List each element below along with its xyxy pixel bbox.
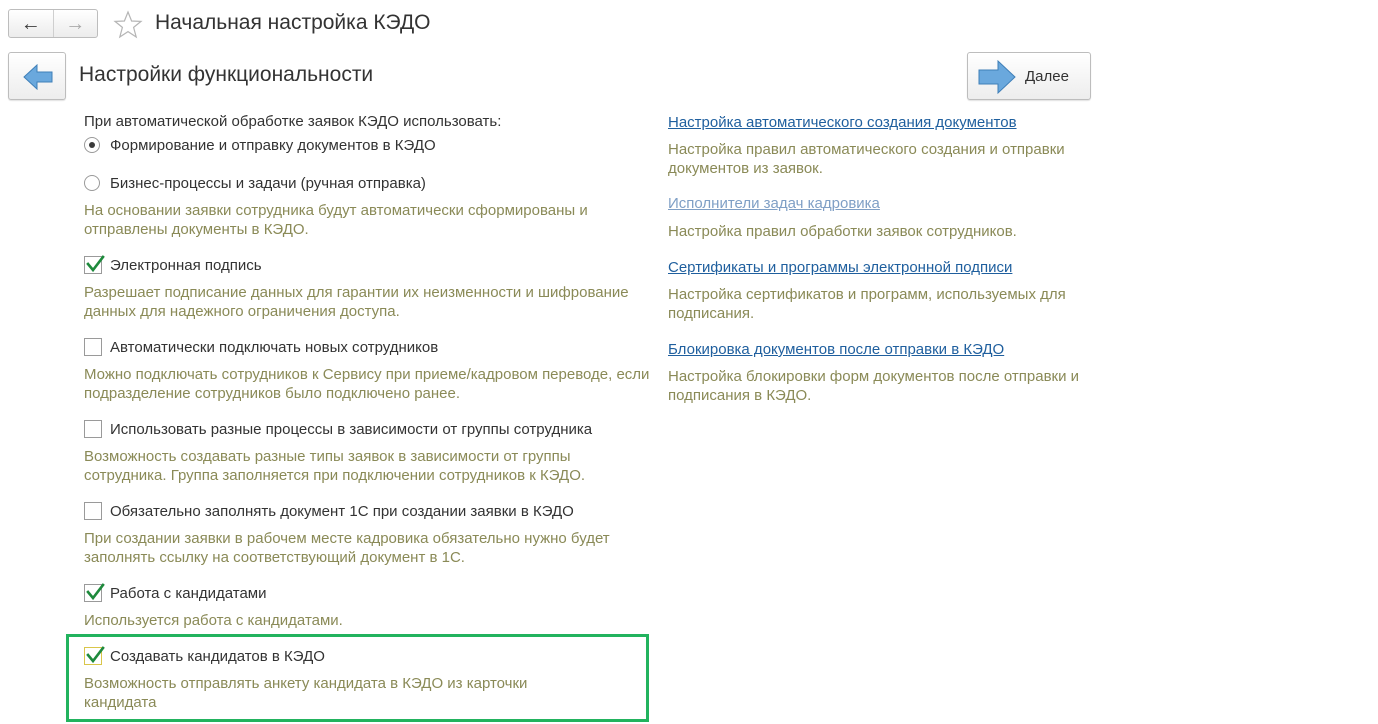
link-description: Настройка сертификатов и программ, испол… xyxy=(668,286,1066,322)
option-description: Возможность создавать разные типы заявок… xyxy=(84,448,586,484)
checkbox-option-candidates[interactable]: Работа с кандидатами xyxy=(84,583,266,603)
checkbox[interactable] xyxy=(84,420,102,438)
blue-arrow-left-icon xyxy=(23,64,53,90)
page-title: Настройки функциональности xyxy=(79,63,374,86)
checkmark-icon xyxy=(86,255,105,273)
link-description: Настройка правил автоматического создани… xyxy=(668,141,1065,177)
link-document-blocking[interactable]: Блокировка документов после отправки в К… xyxy=(668,341,1004,358)
checkbox-label: Электронная подпись xyxy=(110,256,262,274)
radio-selected-dot xyxy=(89,142,95,148)
radio-label: Формирование и отправку документов в КЭД… xyxy=(110,136,436,154)
radio-label: Бизнес-процессы и задачи (ручная отправк… xyxy=(110,174,426,192)
processing-question-label: При автоматической обработке заявок КЭДО… xyxy=(84,113,502,130)
option-description: Возможность отправлять анкету кандидата … xyxy=(84,675,528,711)
history-forward-button[interactable]: → xyxy=(54,10,98,37)
history-nav-group: ← → xyxy=(8,9,98,38)
option-description: При создании заявки в рабочем месте кадр… xyxy=(84,530,610,566)
radio-button[interactable] xyxy=(84,175,100,191)
checkbox-label: Автоматически подключать новых сотрудник… xyxy=(110,338,439,356)
link-description: Настройка блокировки форм документов пос… xyxy=(668,368,1080,404)
checkbox-option-auto-connect[interactable]: Автоматически подключать новых сотрудник… xyxy=(84,337,438,357)
checkbox[interactable] xyxy=(84,646,105,665)
checkbox-option-group-processes[interactable]: Использовать разные процессы в зависимос… xyxy=(84,419,592,439)
checkmark-icon xyxy=(86,583,105,601)
arrow-left-icon: ← xyxy=(20,12,41,35)
radio-option-documents[interactable]: Формирование и отправку документов в КЭД… xyxy=(84,135,436,155)
checkbox[interactable] xyxy=(84,502,102,520)
window-title: Начальная настройка КЭДО xyxy=(155,11,431,34)
checkbox-label: Работа с кандидатами xyxy=(110,584,267,602)
link-description: Настройка правил обработки заявок сотруд… xyxy=(668,223,1017,240)
back-step-button[interactable] xyxy=(8,52,66,100)
history-back-button[interactable]: ← xyxy=(9,10,54,37)
blue-arrow-right-icon xyxy=(978,59,1016,95)
checkbox-option-require-1c-document[interactable]: Обязательно заполнять документ 1С при со… xyxy=(84,501,574,521)
link-auto-document-creation[interactable]: Настройка автоматического создания докум… xyxy=(668,114,1017,131)
checkbox-option-create-candidates[interactable]: Создавать кандидатов в КЭДО xyxy=(84,646,325,666)
checkbox-label: Обязательно заполнять документ 1С при со… xyxy=(110,502,574,520)
star-icon[interactable] xyxy=(113,10,143,40)
next-button-label: Далее xyxy=(1025,68,1069,85)
option-description: Используется работа с кандидатами. xyxy=(84,612,343,629)
checkbox-option-electronic-signature[interactable]: Электронная подпись xyxy=(84,255,262,275)
radio-option-business-processes[interactable]: Бизнес-процессы и задачи (ручная отправк… xyxy=(84,173,426,193)
radio-description: На основании заявки сотрудника будут авт… xyxy=(84,202,588,238)
link-hr-task-performers[interactable]: Исполнители задач кадровика xyxy=(668,195,880,212)
option-description: Разрешает подписание данных для гарантии… xyxy=(84,284,629,320)
checkbox[interactable] xyxy=(84,255,105,274)
checkbox-label: Использовать разные процессы в зависимос… xyxy=(110,420,593,438)
checkbox-label: Создавать кандидатов в КЭДО xyxy=(110,647,325,665)
next-button[interactable]: Далее xyxy=(967,52,1091,100)
option-description: Можно подключать сотрудников к Сервису п… xyxy=(84,366,650,402)
checkmark-icon xyxy=(86,646,105,664)
checkbox[interactable] xyxy=(84,338,102,356)
arrow-right-icon: → xyxy=(65,12,86,35)
checkbox[interactable] xyxy=(84,583,105,602)
radio-button[interactable] xyxy=(84,137,100,153)
link-signature-certificates[interactable]: Сертификаты и программы электронной подп… xyxy=(668,259,1012,276)
